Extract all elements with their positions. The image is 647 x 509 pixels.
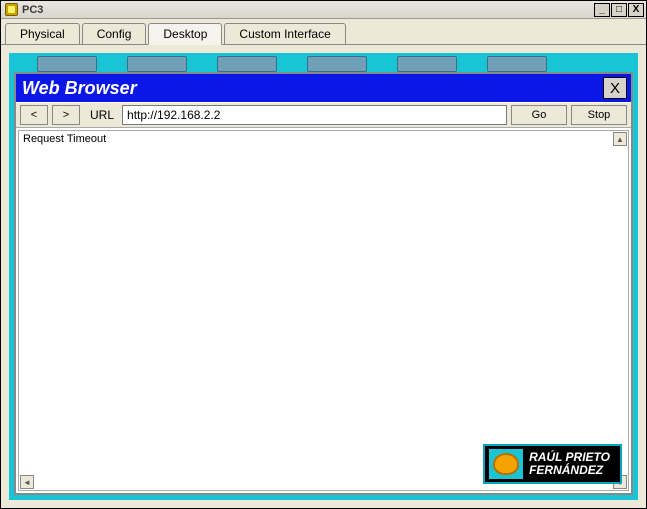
watermark-line2: FERNÁNDEZ: [529, 464, 610, 477]
watermark-logo: [489, 449, 523, 479]
client-area: Web Browser X < > URL Go Stop Request Ti…: [1, 45, 646, 508]
watermark-text: RAÚL PRIETO FERNÁNDEZ: [529, 451, 610, 476]
window-title: PC3: [22, 4, 590, 16]
desktop-shortcut[interactable]: [217, 56, 277, 72]
back-button[interactable]: <: [20, 105, 48, 125]
browser-title: Web Browser: [22, 78, 603, 99]
minimize-button[interactable]: _: [594, 3, 610, 17]
browser-viewport: Request Timeout ▲ ▼ ◄ RAÚL PRIETO FERNÁN…: [18, 130, 629, 491]
desktop-area: Web Browser X < > URL Go Stop Request Ti…: [9, 53, 638, 500]
url-label: URL: [84, 108, 118, 122]
desktop-shortcut[interactable]: [127, 56, 187, 72]
app-icon: [5, 3, 18, 16]
tab-custom-interface[interactable]: Custom Interface: [224, 23, 345, 45]
tab-physical[interactable]: Physical: [5, 23, 80, 45]
close-button[interactable]: X: [628, 3, 644, 17]
scroll-left-button[interactable]: ◄: [20, 475, 34, 489]
go-button[interactable]: Go: [511, 105, 567, 125]
brain-icon: [493, 453, 519, 475]
stop-button[interactable]: Stop: [571, 105, 627, 125]
page-content: Request Timeout: [23, 133, 624, 145]
browser-titlebar: Web Browser X: [16, 74, 631, 102]
desktop-shortcut[interactable]: [397, 56, 457, 72]
url-input[interactable]: [122, 105, 507, 125]
forward-button[interactable]: >: [52, 105, 80, 125]
browser-close-button[interactable]: X: [603, 77, 627, 99]
scroll-up-button[interactable]: ▲: [613, 132, 627, 146]
desktop-shortcut[interactable]: [487, 56, 547, 72]
window-titlebar: PC3 _ □ X: [1, 1, 646, 19]
desktop-shortcut[interactable]: [37, 56, 97, 72]
browser-toolbar: < > URL Go Stop: [16, 102, 631, 128]
tab-config[interactable]: Config: [82, 23, 147, 45]
window-controls: _ □ X: [594, 3, 644, 17]
maximize-button[interactable]: □: [611, 3, 627, 17]
minimize-icon: _: [599, 5, 605, 15]
maximize-icon: □: [616, 5, 622, 15]
desktop-shortcut[interactable]: [307, 56, 367, 72]
close-icon: X: [633, 5, 640, 15]
tab-desktop[interactable]: Desktop: [148, 23, 222, 45]
watermark-badge: RAÚL PRIETO FERNÁNDEZ: [483, 444, 622, 484]
tab-strip: Physical Config Desktop Custom Interface: [1, 19, 646, 45]
web-browser-window: Web Browser X < > URL Go Stop Request Ti…: [14, 72, 633, 495]
